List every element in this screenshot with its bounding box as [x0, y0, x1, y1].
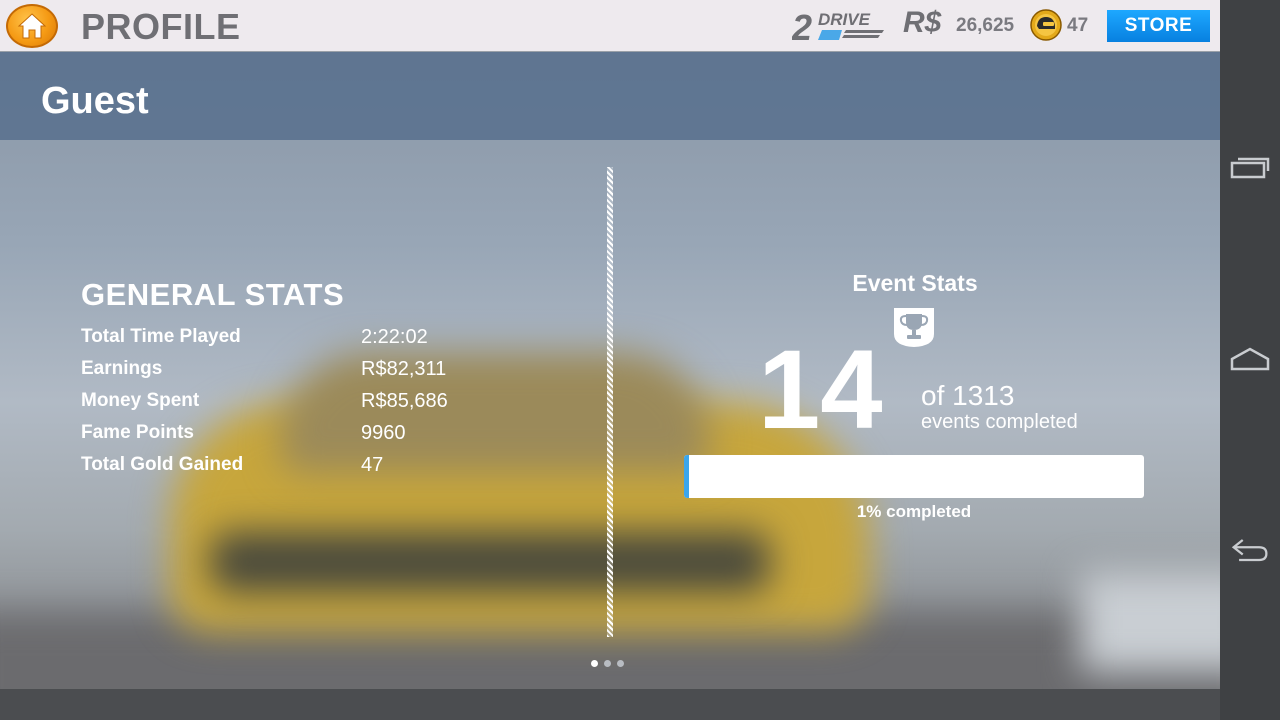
- stat-value: R$82,311: [361, 358, 447, 380]
- background-car-grille: [210, 532, 770, 592]
- page-dot[interactable]: [604, 660, 611, 667]
- svg-text:2: 2: [792, 7, 812, 44]
- page-dot[interactable]: [591, 660, 598, 667]
- home-button[interactable]: [6, 4, 58, 48]
- stat-value: 9960: [361, 422, 406, 444]
- bottom-strip: [0, 689, 1220, 720]
- stat-value: 2:22:02: [361, 326, 428, 348]
- top-bar: PROFILE 2 DRIVE R$ 26,625 47 STORE: [0, 0, 1220, 52]
- player-name: Guest: [41, 80, 149, 122]
- stat-row-fame-points: Fame Points 9960: [81, 422, 501, 454]
- system-nav-bar: [1220, 0, 1280, 720]
- general-stats-list: Total Time Played 2:22:02 Earnings R$82,…: [81, 326, 501, 486]
- android-home-button[interactable]: [1230, 338, 1270, 378]
- gold-amount: 47: [1067, 15, 1089, 36]
- stat-row-gold-gained: Total Gold Gained 47: [81, 454, 501, 486]
- page-title: PROFILE: [81, 6, 241, 47]
- currency-amount: 26,625: [956, 15, 1015, 36]
- events-progress-bar: [684, 455, 1144, 498]
- back-arrow-icon: [1231, 539, 1268, 562]
- background-building: [1080, 572, 1220, 672]
- column-divider: [607, 167, 613, 637]
- stat-row-time-played: Total Time Played 2:22:02: [81, 326, 501, 358]
- events-progress-fill: [684, 455, 689, 498]
- svg-text:DRIVE: DRIVE: [818, 10, 871, 29]
- events-caption: events completed: [921, 411, 1078, 433]
- events-total: of 1313: [921, 380, 1015, 411]
- general-stats-title: GENERAL STATS: [81, 277, 345, 312]
- player-header: Guest: [0, 52, 1220, 140]
- store-button[interactable]: STORE: [1107, 10, 1210, 42]
- stat-label: Fame Points: [81, 422, 194, 443]
- page-indicator[interactable]: [591, 660, 631, 670]
- recent-apps-icon: [1230, 157, 1270, 179]
- android-home-icon: [1230, 347, 1270, 371]
- currency-symbol: R$: [903, 6, 942, 39]
- home-icon: [17, 13, 47, 39]
- stat-value: 47: [361, 454, 384, 476]
- recent-apps-button[interactable]: [1230, 148, 1270, 188]
- stat-label: Money Spent: [81, 390, 200, 411]
- profile-panel: Guest GENERAL STATS Total Time Played 2:…: [0, 52, 1220, 689]
- events-completed-count: 14: [758, 327, 883, 452]
- trophy-icon: [894, 308, 934, 347]
- stat-label: Earnings: [81, 358, 163, 379]
- stat-label: Total Gold Gained: [81, 454, 244, 475]
- 2drive-logo: 2 DRIVE: [792, 7, 884, 44]
- stat-row-money-spent: Money Spent R$85,686: [81, 390, 501, 422]
- stat-label: Total Time Played: [81, 326, 241, 347]
- page-dot[interactable]: [617, 660, 624, 667]
- events-progress-caption: 1% completed: [856, 502, 972, 521]
- back-button[interactable]: [1230, 530, 1270, 570]
- stat-row-earnings: Earnings R$82,311: [81, 358, 501, 390]
- stat-value: R$85,686: [361, 390, 448, 412]
- event-stats-title: Event Stats: [852, 270, 978, 296]
- gold-helmet-icon: [1030, 9, 1062, 41]
